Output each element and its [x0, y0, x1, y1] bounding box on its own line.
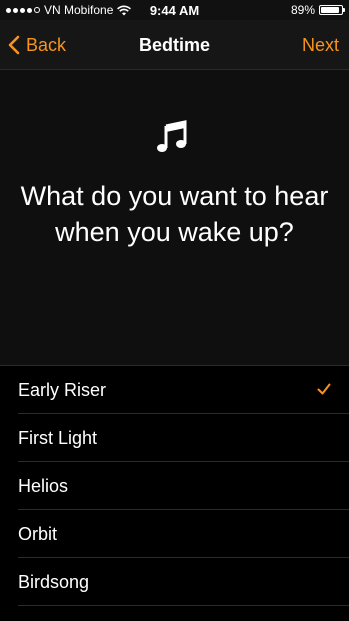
status-left: VN Mobifone [6, 3, 146, 17]
signal-dots-icon [6, 7, 40, 13]
sound-list-item-label: Orbit [18, 523, 58, 544]
sound-list-item-label: Birdsong [18, 571, 90, 592]
list-divider [18, 605, 349, 606]
checkmark-icon [317, 383, 331, 395]
sound-list-item[interactable]: Helios [0, 462, 349, 510]
sound-list: Early Riser First Light Helios Orbit Birdson… [0, 365, 349, 621]
music-note-icon [157, 120, 187, 152]
sound-list-item-label: First Light [18, 427, 98, 448]
sound-list-item[interactable]: First Light [0, 414, 349, 462]
status-bar: VN Mobifone 9:44 AM 89% [0, 0, 349, 20]
next-button[interactable]: Next [302, 20, 339, 70]
battery-icon [319, 5, 345, 15]
hero-section: What do you want to hear when you wake u… [0, 70, 349, 365]
back-button[interactable]: Back [8, 20, 66, 70]
chevron-left-icon [8, 35, 20, 55]
sound-list-item[interactable]: Orbit [0, 510, 349, 558]
sound-list-item-label: Early Riser [18, 379, 107, 400]
navigation-bar: Back Bedtime Next [0, 20, 349, 70]
sound-list-item-label: Helios [18, 475, 69, 496]
status-right: 89% [290, 0, 345, 20]
sound-list-item[interactable]: Birdsong [0, 558, 349, 606]
wifi-icon [117, 5, 132, 15]
battery-fill [321, 7, 339, 13]
carrier-label: VN Mobifone [44, 3, 114, 17]
back-label: Back [26, 34, 67, 55]
sound-list-item[interactable]: Early Riser [0, 366, 349, 414]
wake-up-question: What do you want to hear when you wake u… [20, 181, 329, 247]
battery-percent: 89% [290, 3, 315, 17]
